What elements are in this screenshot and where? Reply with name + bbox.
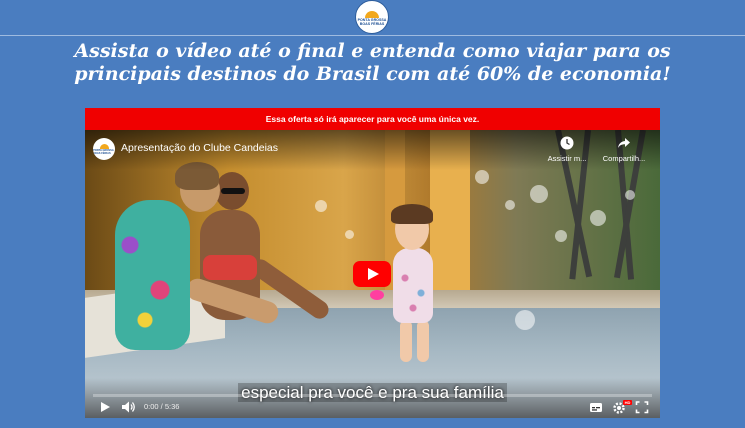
video-frame-bokeh (505, 200, 515, 210)
video-frame-bokeh (625, 190, 635, 200)
volume-icon[interactable] (121, 400, 137, 414)
video-frame-person (221, 188, 245, 194)
youtube-play-icon (368, 268, 379, 280)
play-icon[interactable] (99, 400, 111, 414)
clock-icon (560, 136, 574, 150)
hd-badge: HD (623, 400, 632, 405)
fullscreen-icon[interactable] (635, 400, 649, 414)
video-frame-bokeh (515, 310, 535, 330)
video-frame-bokeh (475, 170, 489, 184)
logo-text: PONTA GROSSA BOAS FÉRIAS (357, 17, 387, 26)
sun-icon (365, 10, 379, 18)
video-frame-bokeh (590, 210, 606, 226)
page-headline: Assista o vídeo até o final e entenda co… (74, 40, 671, 85)
caption-line: especial pra você e pra sua família (85, 383, 660, 403)
video-title[interactable]: Apresentação do Clube Candeias (121, 142, 278, 154)
watch-later-label: Assistir m... (547, 154, 587, 163)
share-button[interactable]: Compartilh... (596, 136, 652, 163)
header-divider (0, 35, 745, 36)
video-player[interactable]: PONTA GROSSA BOAS FÉRIAS Apresentação do… (85, 130, 660, 418)
video-frame-bokeh (345, 230, 354, 239)
channel-avatar[interactable]: PONTA GROSSA BOAS FÉRIAS (93, 138, 115, 160)
share-label: Compartilh... (602, 154, 646, 163)
offer-bar: Essa oferta só irá aparecer para você um… (85, 108, 660, 130)
video-frame-person (203, 255, 257, 280)
video-frame-child (400, 320, 412, 362)
video-frame-toy (370, 290, 384, 300)
channel-avatar-text: PONTA GROSSA BOAS FÉRIAS (93, 148, 114, 155)
youtube-play-button[interactable] (353, 261, 391, 287)
caption-text: especial pra você e pra sua família (238, 383, 507, 402)
video-frame-person (115, 200, 190, 350)
video-frame-bokeh (315, 200, 327, 212)
video-frame-bokeh (530, 185, 548, 203)
progress-bar[interactable] (93, 394, 652, 397)
video-frame-bokeh (555, 230, 567, 242)
site-logo[interactable]: PONTA GROSSA BOAS FÉRIAS (355, 0, 389, 34)
video-frame-child (393, 248, 433, 323)
video-frame-child (417, 320, 429, 362)
watch-later-button[interactable]: Assistir m... (539, 136, 595, 163)
share-icon (618, 138, 630, 148)
video-frame-child (391, 204, 433, 224)
captions-icon[interactable] (589, 400, 603, 414)
time-display: 0:00 / 5:36 (144, 402, 180, 411)
